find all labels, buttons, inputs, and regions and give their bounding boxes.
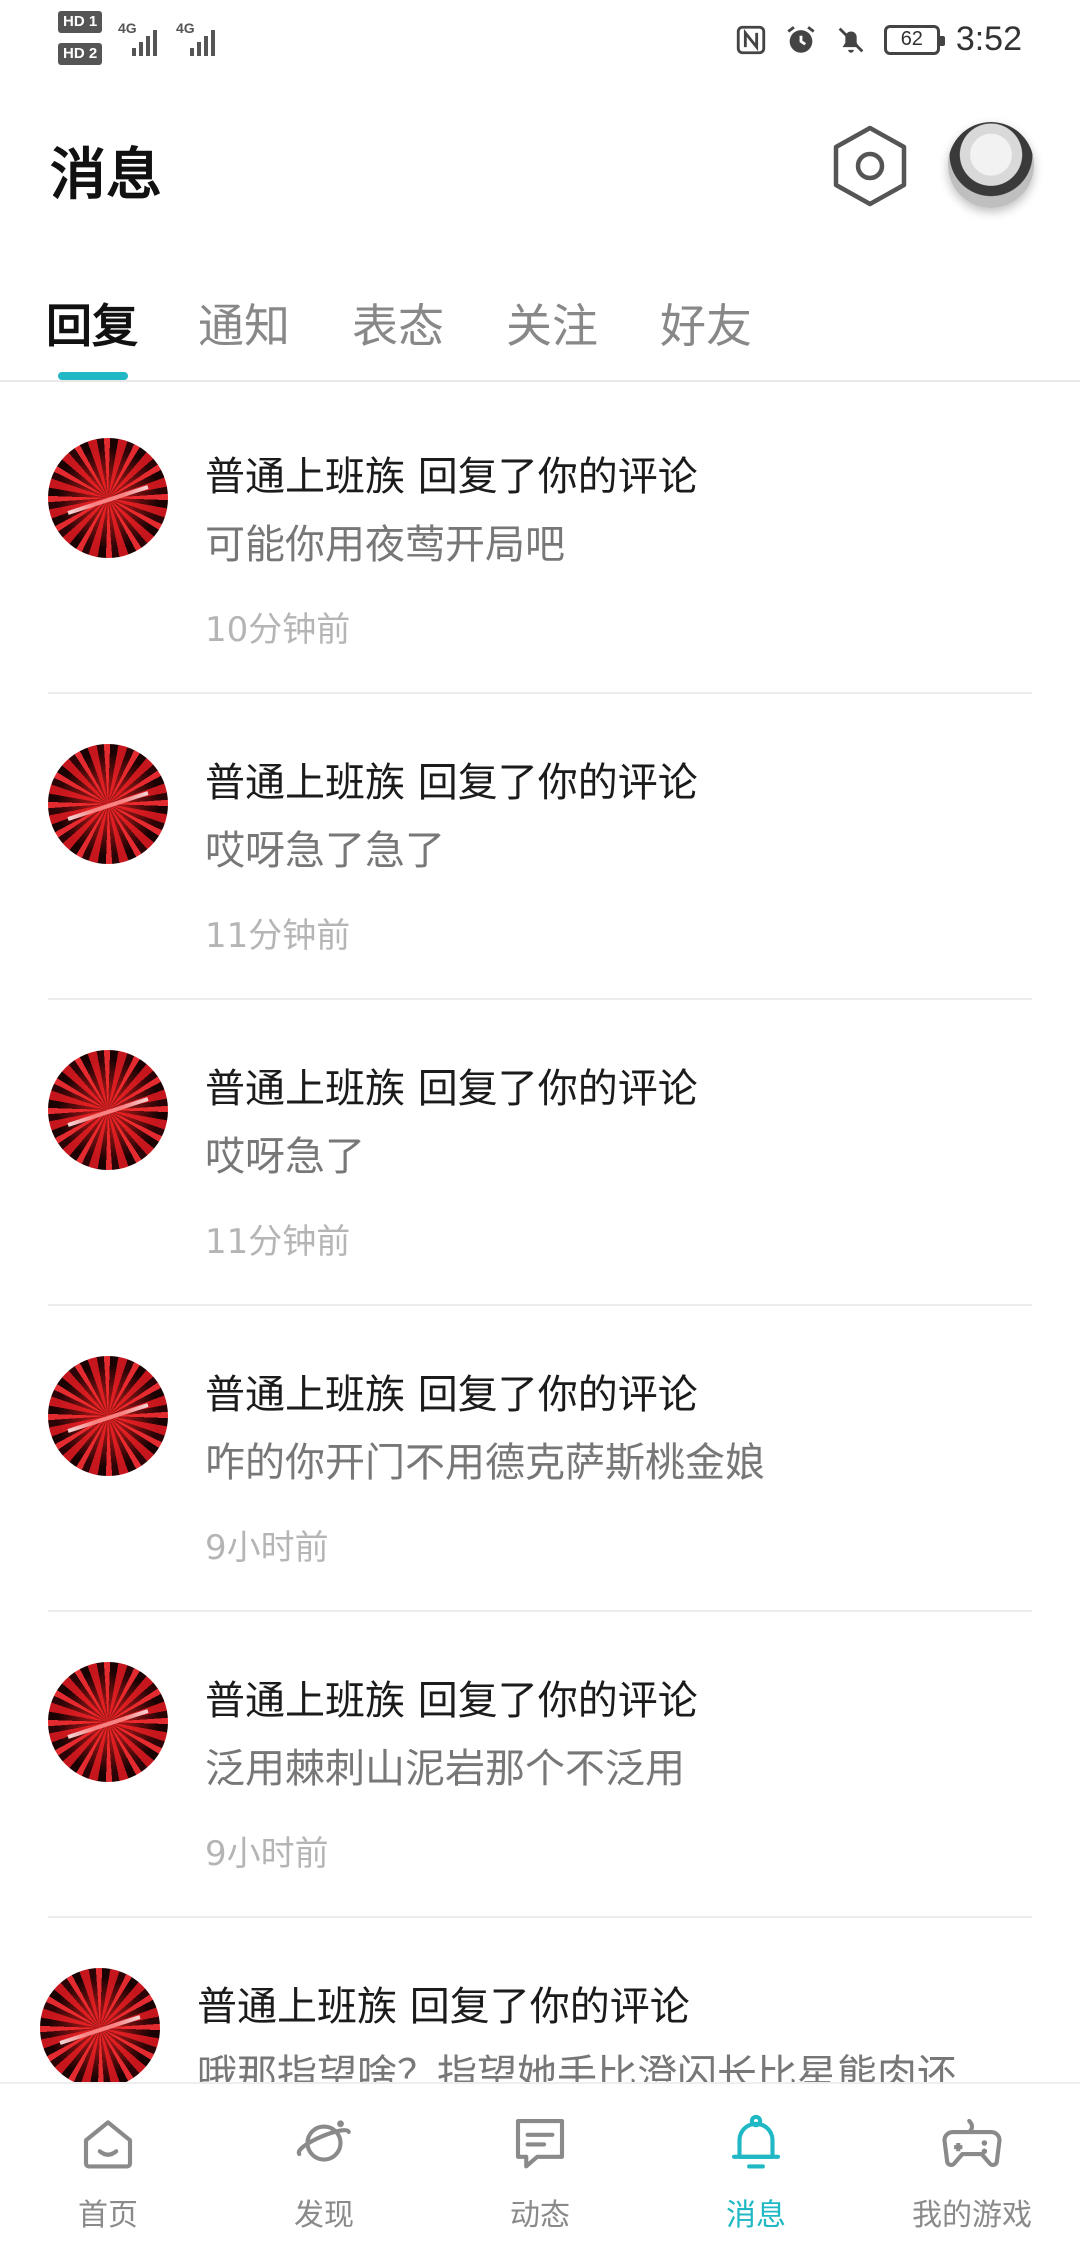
message-content: 哎呀急了	[205, 1134, 365, 1180]
nav-discover[interactable]: 发现	[244, 2110, 404, 2234]
page-title: 消息	[50, 143, 162, 208]
user-avatar[interactable]	[948, 122, 1034, 208]
sim-indicators: HD 1 HD 2	[58, 10, 103, 74]
message-content: 咋的你开门不用德克萨斯桃金娘	[205, 1440, 765, 1486]
sender-avatar[interactable]	[48, 1356, 168, 1476]
list-item[interactable]: 普通上班族 回复了你的评论 咋的你开门不用德克萨斯桃金娘 9小时前	[0, 1306, 1080, 1612]
settings-button[interactable]	[832, 124, 908, 208]
gamepad-icon	[942, 2118, 1002, 2167]
nav-home-label: 首页	[78, 2198, 138, 2233]
tab-indicator	[58, 372, 128, 380]
list-item[interactable]: 普通上班族 回复了你的评论 可能你用夜莺开局吧 10分钟前	[0, 388, 1080, 694]
message-content: 可能你用夜莺开局吧	[205, 522, 565, 568]
planet-icon	[297, 2120, 351, 2162]
clock: 3:52	[955, 20, 1022, 58]
message-time: 11分钟前	[205, 916, 351, 956]
nav-discover-label: 发现	[294, 2198, 354, 2233]
signal-1-icon: 4G	[118, 20, 162, 56]
message-content: 泛用棘刺山泥岩那个不泛用	[205, 1746, 685, 1792]
message-time: 11分钟前	[205, 1222, 351, 1262]
message-time: 9小时前	[205, 1834, 329, 1874]
home-icon	[83, 2120, 133, 2169]
hexagon-settings-icon	[833, 125, 907, 207]
sender-avatar[interactable]	[48, 1050, 168, 1170]
hd1-badge: HD 1	[58, 11, 103, 33]
tab-friends[interactable]: 好友	[660, 290, 752, 356]
nav-messages-label: 消息	[726, 2198, 786, 2233]
tab-bar: 回复 通知 表态 关注 好友	[0, 280, 1080, 382]
bell-icon	[731, 2114, 781, 2169]
message-time: 9小时前	[205, 1528, 329, 1568]
message-title: 普通上班族 回复了你的评论	[205, 760, 698, 806]
message-title: 普通上班族 回复了你的评论	[205, 1372, 698, 1418]
sender-avatar[interactable]	[40, 1968, 160, 2088]
battery-icon: 62	[883, 24, 945, 55]
message-time: 10分钟前	[205, 610, 351, 650]
nav-my-games-label: 我的游戏	[912, 2198, 1032, 2233]
signal-indicators: 4G 4G	[118, 20, 220, 56]
nfc-icon	[736, 25, 765, 54]
status-bar: HD 1 HD 2 4G 4G 62 3:52	[0, 0, 1080, 80]
list-item[interactable]: 普通上班族 回复了你的评论 泛用棘刺山泥岩那个不泛用 9小时前	[0, 1612, 1080, 1918]
signal-2-icon: 4G	[176, 20, 220, 56]
bottom-nav: 首页 发现 动态 消息 我的游戏	[0, 2082, 1080, 2244]
feed-icon	[515, 2118, 565, 2169]
header: 消息	[0, 110, 1080, 230]
message-title: 普通上班族 回复了你的评论	[197, 1984, 690, 2030]
nav-feed-label: 动态	[510, 2198, 570, 2233]
message-list: 普通上班族 回复了你的评论 可能你用夜莺开局吧 10分钟前 普通上班族 回复了你…	[0, 388, 1080, 2224]
message-title: 普通上班族 回复了你的评论	[205, 454, 698, 500]
alarm-icon	[787, 25, 815, 53]
mute-icon	[838, 27, 864, 53]
nav-messages[interactable]: 消息	[676, 2110, 836, 2234]
message-title: 普通上班族 回复了你的评论	[205, 1066, 698, 1112]
sender-avatar[interactable]	[48, 744, 168, 864]
message-content: 哎呀急了急了	[205, 828, 445, 874]
nav-feed[interactable]: 动态	[460, 2110, 620, 2234]
nav-home[interactable]: 首页	[28, 2110, 188, 2234]
sender-avatar[interactable]	[48, 1662, 168, 1782]
tab-reply[interactable]: 回复	[46, 290, 138, 356]
sender-avatar[interactable]	[48, 438, 168, 558]
status-right: 62 3:52	[734, 20, 1022, 59]
messages-screen: HD 1 HD 2 4G 4G 62 3:52 消息 回复 通知 表态 关注 好…	[0, 0, 1080, 2244]
tab-notice[interactable]: 通知	[198, 290, 290, 356]
nav-my-games[interactable]: 我的游戏	[892, 2110, 1052, 2234]
tab-reaction[interactable]: 表态	[352, 290, 444, 356]
list-item[interactable]: 普通上班族 回复了你的评论 哎呀急了 11分钟前	[0, 1000, 1080, 1306]
list-item[interactable]: 普通上班族 回复了你的评论 哎呀急了急了 11分钟前	[0, 694, 1080, 1000]
message-title: 普通上班族 回复了你的评论	[205, 1678, 698, 1724]
tab-follow[interactable]: 关注	[506, 290, 598, 356]
hd2-badge: HD 2	[58, 43, 103, 65]
battery-level: 62	[900, 28, 923, 50]
